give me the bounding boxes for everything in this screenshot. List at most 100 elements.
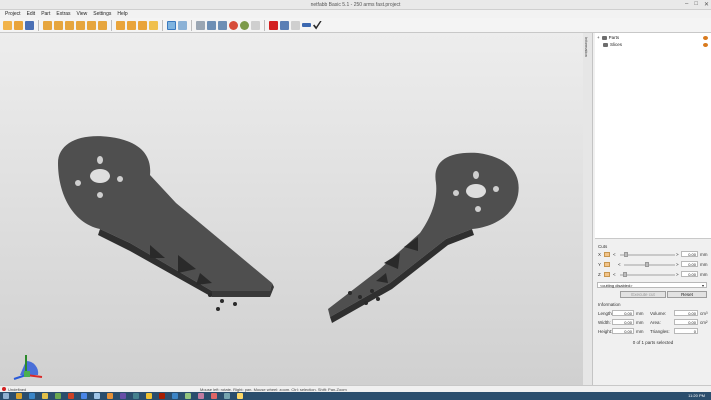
width-value: 0.00 — [612, 319, 634, 325]
dropdown-arrow-icon[interactable] — [251, 20, 260, 30]
cut-x-slider[interactable] — [620, 254, 675, 256]
start-icon[interactable] — [3, 393, 9, 399]
save-icon[interactable] — [25, 20, 34, 30]
taskbar-app-icon[interactable] — [81, 393, 87, 399]
taskbar-app-icon[interactable] — [146, 393, 152, 399]
menu-help[interactable]: Help — [117, 11, 127, 17]
taskbar-app-icon[interactable] — [198, 393, 204, 399]
height-value: 0.00 — [612, 328, 634, 334]
select-cursor-icon[interactable] — [167, 20, 176, 30]
cut-y-slider-knob[interactable] — [645, 262, 649, 267]
project-tree[interactable]: + Parts Slices — [595, 33, 711, 239]
menu-edit[interactable]: Edit — [27, 11, 36, 17]
visibility-icon[interactable] — [703, 36, 708, 40]
taskbar-app-icon[interactable] — [42, 393, 48, 399]
minus-icon[interactable] — [302, 23, 311, 27]
selection-status: 0 of 1 parts selected — [632, 340, 674, 345]
taskbar-app-icon[interactable] — [120, 393, 126, 399]
menu-settings[interactable]: Settings — [93, 11, 111, 17]
taskbar-app-icon[interactable] — [185, 393, 191, 399]
information-tab[interactable]: Information — [583, 33, 593, 385]
view-iso-3-icon[interactable] — [138, 20, 147, 30]
chevron-down-icon: ▾ — [701, 283, 704, 288]
palette-icon[interactable] — [240, 20, 249, 30]
measure-icon[interactable] — [196, 20, 205, 30]
view-right-icon[interactable] — [98, 20, 107, 30]
view-left-icon[interactable] — [87, 20, 96, 30]
cut-y-slider[interactable] — [624, 264, 675, 266]
taskbar-app-icon[interactable] — [237, 393, 243, 399]
cut-y-color-swatch[interactable] — [604, 262, 610, 267]
taskbar-app-icon[interactable] — [224, 393, 230, 399]
area-value: 0.00 — [674, 319, 698, 325]
cut-axis-z: Z — [598, 272, 601, 277]
taskbar-app-icon[interactable] — [29, 393, 35, 399]
color-icon[interactable] — [229, 20, 238, 30]
repair-icon[interactable] — [280, 20, 289, 30]
cut-y-value[interactable]: 0.00 — [681, 261, 698, 267]
right-arm-model[interactable] — [328, 152, 519, 323]
execute-cut-button[interactable]: Execute cut — [620, 291, 666, 298]
cut-z-value[interactable]: 0.00 — [681, 271, 698, 277]
triangles-label: Triangles: — [650, 329, 670, 334]
repair-dropdown-icon[interactable] — [291, 20, 300, 30]
menu-part[interactable]: Part — [41, 11, 50, 17]
window-controls: – □ ✕ — [685, 1, 709, 8]
new-project-icon[interactable] — [3, 20, 12, 30]
taskbar-app-icon[interactable] — [16, 393, 22, 399]
close-icon[interactable]: ✕ — [704, 1, 709, 8]
taskbar-app-icon[interactable] — [211, 393, 217, 399]
menu-view[interactable]: View — [77, 11, 88, 17]
add-part-icon[interactable] — [269, 20, 278, 30]
view-back-icon[interactable] — [76, 20, 85, 30]
maximize-icon[interactable]: □ — [694, 1, 698, 8]
menu-bar: Project Edit Part Extras View Settings H… — [0, 10, 711, 18]
taskbar-app-icon[interactable] — [94, 393, 100, 399]
cut-z-slider[interactable] — [620, 274, 675, 276]
view-front-icon[interactable] — [65, 20, 74, 30]
cutting-mode-select[interactable]: <cutting disabled> ▾ — [597, 282, 707, 288]
cut-x-color-swatch[interactable] — [604, 252, 610, 257]
menu-project[interactable]: Project — [5, 11, 21, 17]
cut-z-slider-knob[interactable] — [623, 272, 627, 277]
view-iso-2-icon[interactable] — [127, 20, 136, 30]
cuts-title: Cuts — [598, 244, 608, 249]
cut-z-color-swatch[interactable] — [604, 272, 610, 277]
reset-button[interactable]: Reset — [667, 291, 707, 298]
view-bottom-icon[interactable] — [54, 20, 63, 30]
view-iso-icon[interactable] — [116, 20, 125, 30]
3d-viewport[interactable] — [0, 33, 583, 385]
taskbar-app-icon[interactable] — [68, 393, 74, 399]
length-value: 0.00 — [612, 310, 634, 316]
taskbar-app-icon[interactable] — [107, 393, 113, 399]
taskbar-app-icon[interactable] — [159, 393, 165, 399]
tree-item-parts[interactable]: + Parts — [597, 35, 619, 40]
grid-icon[interactable] — [207, 20, 216, 30]
rotate-icon[interactable] — [178, 20, 187, 30]
left-arm-model[interactable] — [58, 136, 274, 311]
area-unit: cm² — [700, 320, 708, 325]
checkmark-icon[interactable] — [313, 20, 322, 30]
cut-x-slider-knob[interactable] — [624, 252, 628, 257]
taskbar-app-icon[interactable] — [55, 393, 61, 399]
shading-icon[interactable] — [218, 20, 227, 30]
toolbar-separator — [162, 19, 163, 31]
minimize-icon[interactable]: – — [685, 1, 688, 8]
cut-x-greater-label: > — [676, 252, 679, 257]
taskbar-app-icon[interactable] — [172, 393, 178, 399]
expand-icon[interactable]: + — [597, 35, 600, 40]
menu-extras[interactable]: Extras — [56, 11, 70, 17]
slices-folder-icon — [603, 42, 608, 47]
cut-x-value[interactable]: 0.00 — [681, 251, 698, 257]
cut-axis-x: X — [598, 252, 602, 257]
visibility-icon[interactable] — [703, 43, 708, 47]
tree-item-slices[interactable]: Slices — [603, 42, 622, 47]
volume-value: 0.00 — [674, 310, 698, 316]
taskbar-app-icon[interactable] — [133, 393, 139, 399]
length-label: Length: — [598, 311, 614, 316]
view-top-icon[interactable] — [43, 20, 52, 30]
zoom-icon[interactable] — [149, 20, 158, 30]
status-bar: Undefined Mouse left: rotate. Right: pan… — [0, 385, 711, 392]
clock: 11:20 PM — [688, 393, 705, 398]
open-icon[interactable] — [14, 20, 23, 30]
